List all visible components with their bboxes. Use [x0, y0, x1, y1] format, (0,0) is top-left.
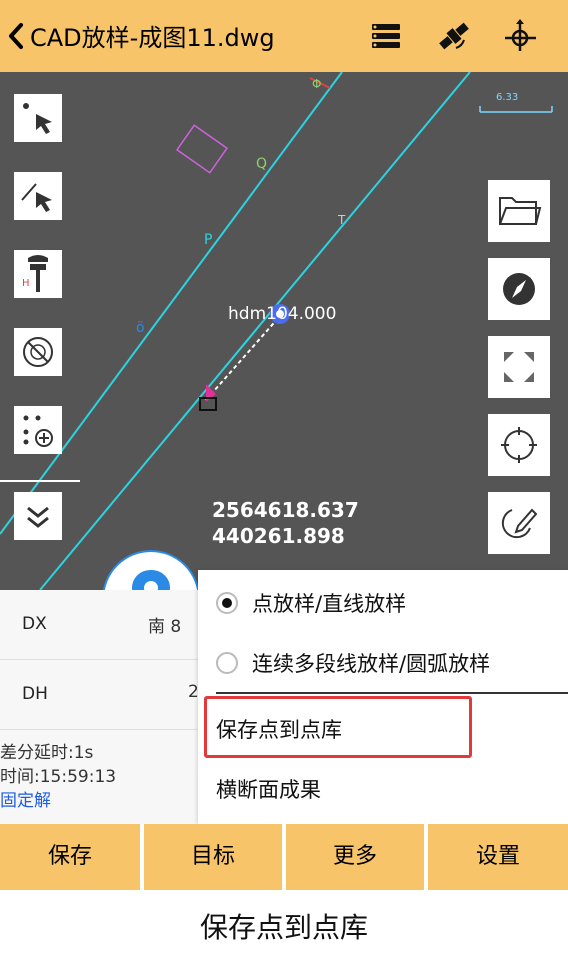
diff-delay: 差分延时:1s — [0, 743, 94, 763]
bottom-toolbar: 保存 目标 更多 设置 — [0, 824, 568, 890]
dx-value: 南 8 — [148, 617, 182, 637]
map-scale-label: 6.33 — [496, 92, 519, 103]
folder-icon — [499, 197, 542, 225]
dh-label: DH — [22, 684, 48, 704]
select-point-button[interactable] — [14, 94, 62, 142]
map-canvas[interactable]: Φ P Q ö T 6.33 hdm104.000 2564618.637 44… — [0, 72, 568, 590]
page-title: CAD放样-成图11.dwg — [30, 24, 275, 52]
option-polyline-label: 连续多段线放样/圆弧放样 — [252, 652, 491, 676]
gnss-receiver-icon: H — [22, 255, 48, 292]
svg-text:H: H — [22, 278, 30, 289]
collapse-tools-button[interactable] — [14, 492, 62, 540]
fix-status: 固定解 — [0, 791, 51, 811]
double-chevron-down-icon — [27, 506, 49, 528]
svg-text:P: P — [204, 232, 212, 248]
fit-extent-button[interactable] — [488, 336, 550, 398]
target-icon — [501, 427, 537, 463]
draw-button[interactable] — [488, 492, 550, 554]
back-chevron-icon[interactable] — [6, 22, 26, 54]
dx-label: DX — [22, 614, 47, 634]
add-point-button[interactable] — [14, 406, 62, 454]
option-point-label: 点放样/直线放样 — [252, 592, 407, 616]
instrument-button[interactable]: H — [14, 250, 62, 298]
satellite-icon[interactable] — [434, 18, 474, 54]
coord-east: 440261.898 — [212, 524, 345, 548]
select-point-icon — [23, 103, 52, 134]
compass-icon — [503, 273, 535, 305]
point-label: hdm104.000 — [228, 304, 337, 324]
more-button[interactable]: 更多 — [286, 824, 424, 890]
menu-divider — [216, 692, 568, 694]
caption-text: 保存点到点库 — [199, 911, 368, 944]
cross-section-item[interactable]: 横断面成果 — [216, 774, 321, 804]
radio-selected-icon[interactable] — [216, 592, 238, 614]
compass-button[interactable] — [488, 258, 550, 320]
svg-text:T: T — [337, 213, 346, 227]
top-bar: CAD放样-成图11.dwg — [0, 0, 568, 72]
no-snap-icon — [23, 337, 53, 367]
expand-icon — [504, 352, 534, 382]
disable-snap-button[interactable] — [14, 328, 62, 376]
svg-text:ö: ö — [136, 320, 145, 336]
stakeout-location-button[interactable] — [102, 550, 200, 590]
select-line-button[interactable] — [14, 172, 62, 220]
location-pin-icon — [132, 570, 170, 590]
svg-text:Φ: Φ — [312, 77, 321, 91]
radio-unselected-icon[interactable] — [216, 652, 238, 674]
svg-text:Q: Q — [256, 156, 267, 172]
layers-icon[interactable] — [366, 18, 406, 54]
coord-north: 2564618.637 — [212, 498, 359, 522]
pencil-icon — [501, 508, 538, 539]
add-point-icon — [23, 415, 53, 447]
save-button[interactable]: 保存 — [0, 824, 140, 890]
crosshair-icon[interactable] — [500, 18, 540, 54]
settings-button[interactable]: 设置 — [428, 824, 568, 890]
locate-button[interactable] — [488, 414, 550, 476]
target-button[interactable]: 目标 — [144, 824, 282, 890]
open-file-button[interactable] — [488, 180, 550, 242]
highlight-box — [204, 696, 472, 758]
time-text: 时间:15:59:13 — [0, 767, 117, 787]
select-line-icon — [21, 183, 52, 212]
